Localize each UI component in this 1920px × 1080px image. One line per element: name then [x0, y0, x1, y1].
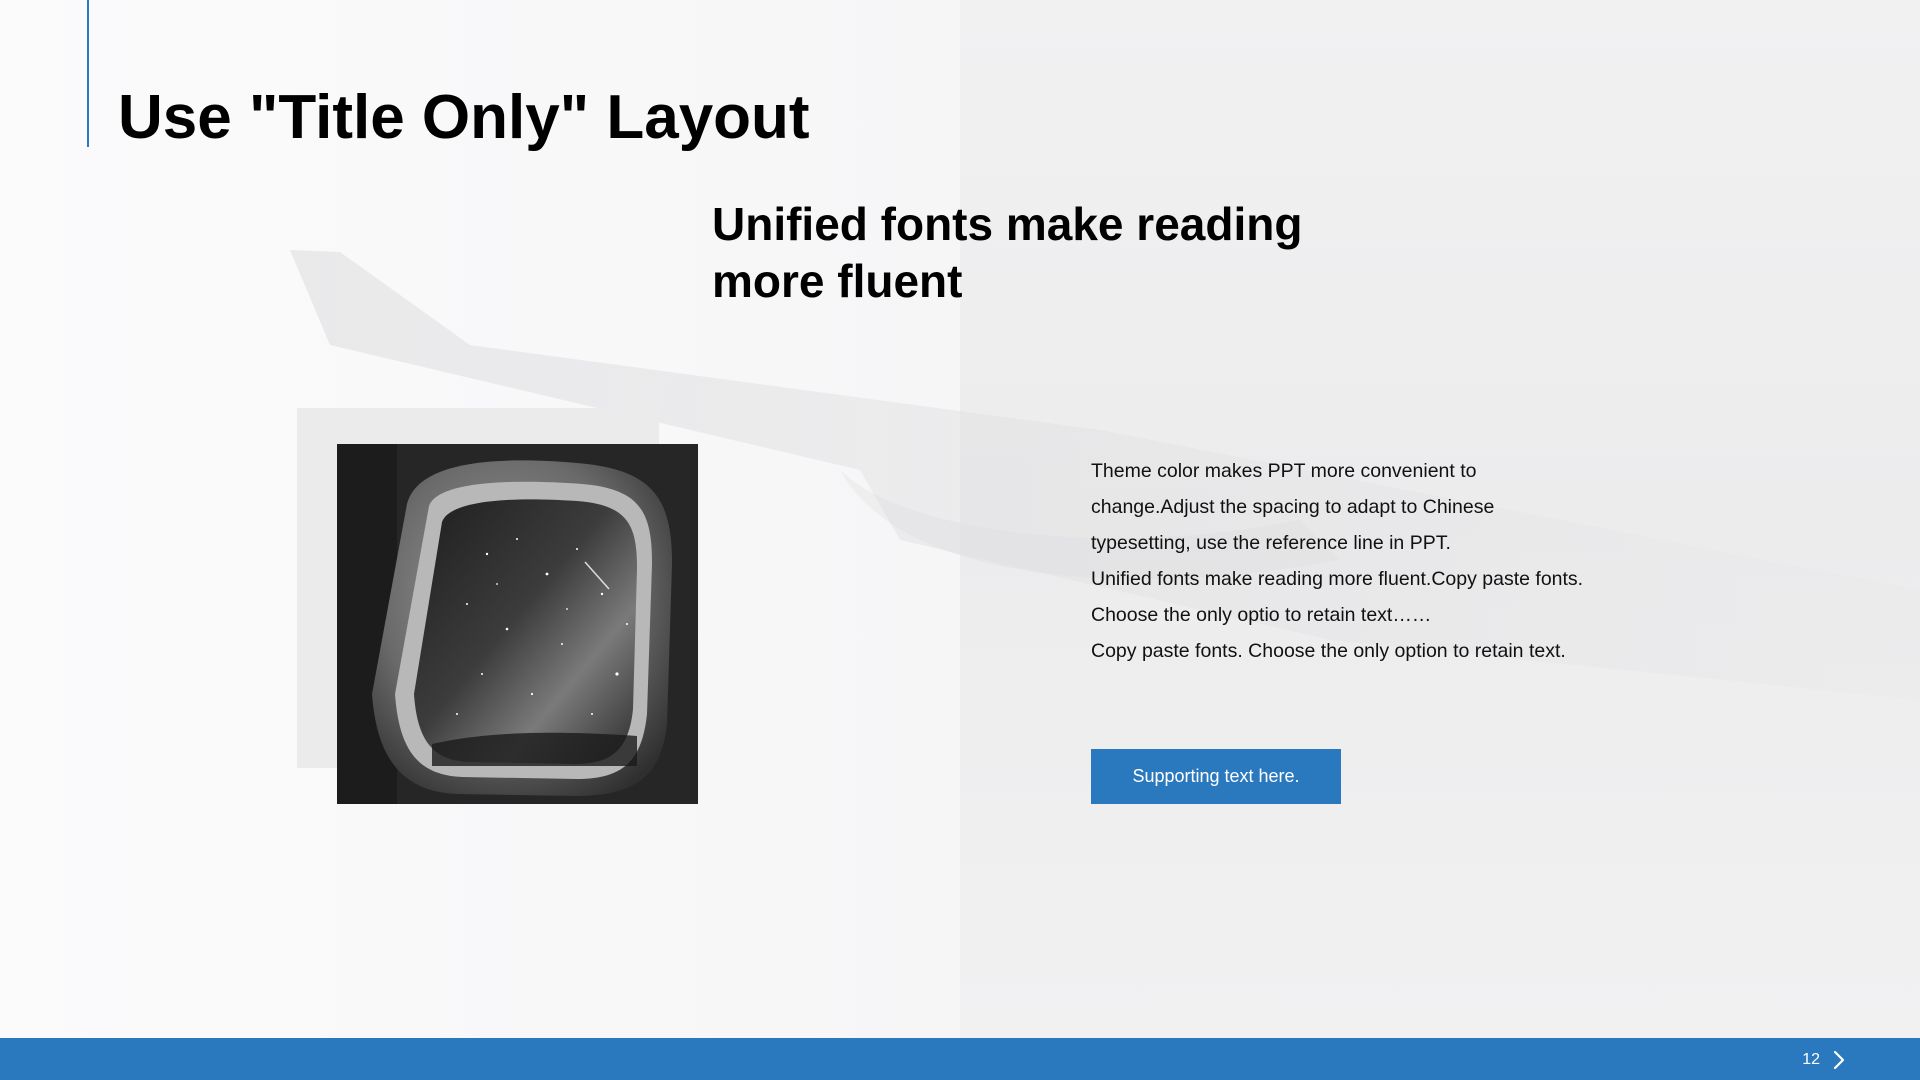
body-line: Theme color makes PPT more convenient to — [1091, 460, 1477, 482]
supporting-text-button[interactable]: Supporting text here. — [1091, 749, 1341, 804]
footer-bar — [0, 1038, 1920, 1080]
body-line: change.Adjust the spacing to adapt to Ch… — [1091, 496, 1495, 518]
title-accent-line — [87, 0, 89, 147]
airplane-window-photo — [337, 444, 698, 804]
subtitle-heading: Unified fonts make reading more fluent — [712, 198, 1303, 307]
page-number: 12 — [1802, 1051, 1820, 1068]
body-line: Choose the only optio to retain text…… — [1091, 604, 1432, 626]
body-line: Copy paste fonts. Choose the only option… — [1091, 640, 1566, 662]
body-line: Unified fonts make reading more fluent.C… — [1091, 568, 1584, 590]
window-night-sky-icon — [337, 444, 698, 804]
page-title: Use "Title Only" Layout — [118, 83, 810, 152]
body-line: typesetting, use the reference line in P… — [1091, 532, 1451, 554]
slide: Use "Title Only" Layout Unified fonts ma… — [0, 0, 1920, 1080]
chevron-right-icon[interactable] — [1832, 1049, 1846, 1071]
body-paragraph: Theme color makes PPT more convenient to… — [1091, 453, 1651, 669]
